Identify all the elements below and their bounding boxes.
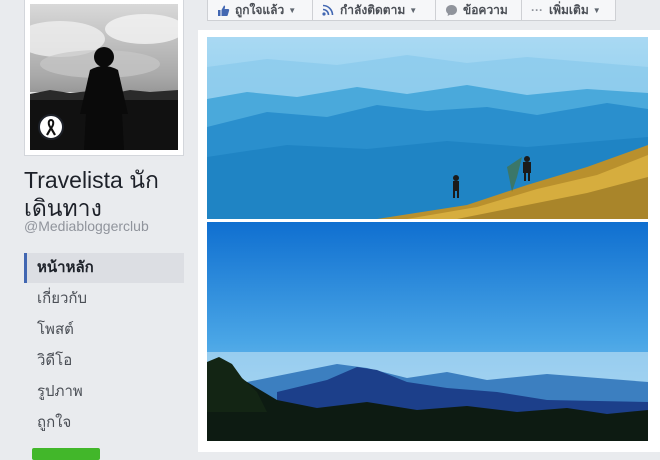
nav-item-about[interactable]: เกี่ยวกับ xyxy=(24,284,184,314)
nav-item-photos[interactable]: รูปภาพ xyxy=(24,377,184,407)
create-page-button[interactable] xyxy=(32,448,100,460)
blue-mountains-photo[interactable] xyxy=(207,222,648,441)
mountain-hikers-image xyxy=(207,37,648,219)
chat-bubble-icon xyxy=(444,3,458,17)
black-ribbon-icon xyxy=(38,114,64,140)
nav-item-likes[interactable]: ถูกใจ xyxy=(24,408,184,438)
message-button[interactable]: ข้อความ xyxy=(435,0,522,21)
nav-item-home[interactable]: หน้าหลัก xyxy=(24,253,184,283)
profile-picture[interactable] xyxy=(30,4,178,150)
liked-button[interactable]: ถูกใจแล้ว ▼ xyxy=(207,0,313,21)
rss-icon xyxy=(321,3,335,17)
thumbs-up-icon xyxy=(216,3,230,17)
nav-item-videos[interactable]: วิดีโอ xyxy=(24,346,184,376)
more-button-label: เพิ่มเติม xyxy=(549,2,589,17)
cover-photos-panel xyxy=(198,30,660,452)
more-button[interactable]: ··· เพิ่มเติม ▼ xyxy=(521,0,616,21)
profile-picture-frame[interactable] xyxy=(24,0,184,156)
page-sidebar: Travelista นักเดินทาง @Mediabloggerclub … xyxy=(0,0,196,460)
following-button[interactable]: กำลังติดตาม ▼ xyxy=(312,0,436,21)
page-action-bar: ถูกใจแล้ว ▼ กำลังติดตาม ▼ ข้อความ ··· เพ… xyxy=(207,0,616,22)
page-handle[interactable]: @Mediabloggerclub xyxy=(24,218,149,234)
nav-item-posts[interactable]: โพสต์ xyxy=(24,315,184,345)
liked-button-label: ถูกใจแล้ว xyxy=(235,2,285,17)
mountain-hikers-photo[interactable] xyxy=(207,37,648,219)
chevron-down-icon: ▼ xyxy=(409,5,418,15)
message-button-label: ข้อความ xyxy=(463,2,508,17)
page-title: Travelista นักเดินทาง xyxy=(24,167,159,221)
following-button-label: กำลังติดตาม xyxy=(340,2,406,17)
chevron-down-icon: ▼ xyxy=(592,5,601,15)
chevron-down-icon: ▼ xyxy=(288,5,297,15)
ellipsis-icon: ··· xyxy=(531,3,543,17)
blue-mountains-image xyxy=(207,222,648,441)
page-navigation: หน้าหลัก เกี่ยวกับ โพสต์ วิดีโอ รูปภาพ ถ… xyxy=(24,253,184,439)
